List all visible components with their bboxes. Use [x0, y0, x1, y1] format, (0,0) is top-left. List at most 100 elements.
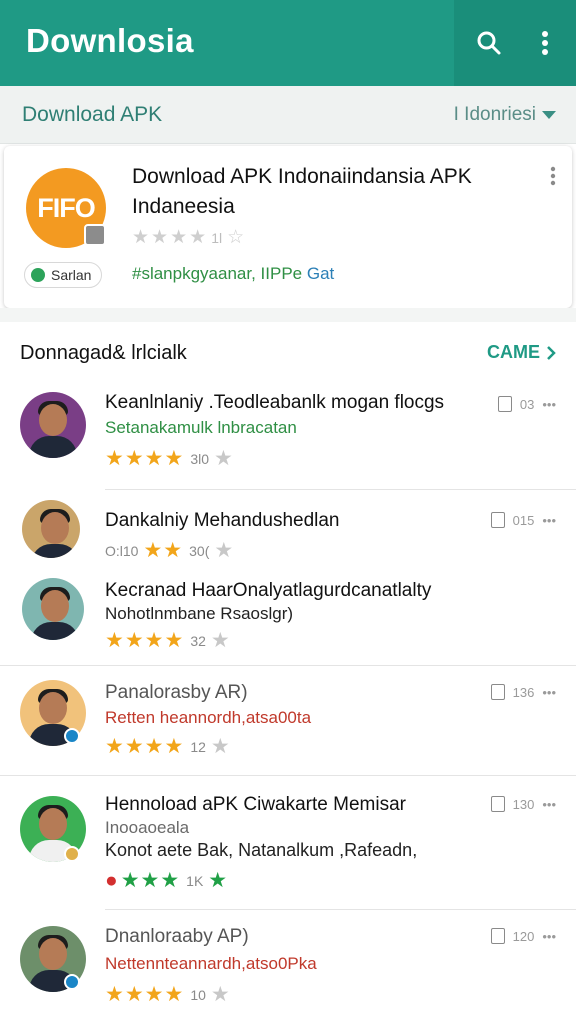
- star-icon: ★: [164, 735, 184, 758]
- star-icon: ★: [105, 629, 124, 652]
- avatar: [22, 578, 84, 640]
- share-icon: [490, 512, 505, 528]
- sub-header-title: Download APK: [22, 103, 163, 126]
- star-empty-icon: ★: [210, 983, 230, 1006]
- list-item-subtitle: Setanakamulk lnbracatan: [105, 418, 297, 437]
- share-icon: [497, 396, 512, 412]
- lightning-badge-icon: [64, 846, 80, 862]
- star-icon: ★: [105, 983, 124, 1006]
- list-item[interactable]: Keanlnlaniy .Teodleabanlk mogan flocgs S…: [0, 378, 576, 490]
- featured-app-title: Download APK Indonaiindansia APK Indanee…: [132, 165, 472, 218]
- list-item-title: Hennoload aPK Ciwakarte Memisar: [105, 794, 406, 815]
- rating-count: 12: [190, 738, 206, 755]
- list-item-subtitle: O:l10: [105, 542, 139, 559]
- tag-secondary: Gat: [302, 264, 335, 283]
- verified-badge-icon: [64, 728, 80, 744]
- logo-badge-icon: [84, 224, 106, 246]
- app-bar: Downlosia: [0, 0, 576, 86]
- list-item-meta-text: 136: [512, 684, 535, 700]
- more-horiz-icon: •••: [542, 928, 556, 944]
- rating-count: 32: [190, 632, 206, 649]
- list-item[interactable]: Hennoload aPK Ciwakarte Memisar Inooaoea…: [0, 776, 576, 910]
- section-more-link[interactable]: CAME: [487, 342, 556, 363]
- star-icon: ★: [164, 629, 184, 652]
- verified-badge-icon: [64, 974, 80, 990]
- list-item-meta[interactable]: 136 •••: [490, 684, 556, 700]
- chip-dot-icon: [31, 268, 45, 282]
- chevron-right-icon: [547, 345, 556, 360]
- list-item-description: Konot aete Bak, Natanalkum ,Rafeadn,: [105, 840, 418, 860]
- list-item-subtitle: Inooaoeala: [105, 818, 190, 837]
- star-icon: ☆: [227, 227, 245, 248]
- list-item-meta-text: 015: [512, 512, 535, 528]
- list-item-rating: ● ★ ★ ★ 1K ★: [105, 868, 227, 893]
- section-link-label: CAME: [487, 342, 540, 362]
- list-item-rating: ★ ★ ★ ★ 12 ★: [105, 734, 230, 759]
- star-icon: ★: [208, 869, 228, 892]
- card-menu-icon[interactable]: [550, 166, 556, 191]
- share-icon: [490, 796, 505, 812]
- list-item[interactable]: Kecranad HaarOnalyatlagurdcanatlalty Noh…: [0, 574, 576, 666]
- avatar: [22, 500, 80, 558]
- list-item-rating: ★ ★ ★ ★ 32 ★: [105, 628, 230, 653]
- star-icon: ★: [132, 227, 150, 248]
- language-dropdown[interactable]: I Idonriesi: [454, 104, 556, 126]
- language-label: I Idonriesi: [453, 104, 536, 125]
- tag-primary: #slanpkgyaanar, IIPPe: [132, 264, 303, 283]
- star-icon: ★: [189, 227, 207, 248]
- list-item-rating: ★ ★ ★ ★ 10 ★: [105, 982, 230, 1007]
- list-item-meta[interactable]: 015 •••: [490, 512, 556, 528]
- share-icon: [490, 928, 505, 944]
- star-icon: ★: [144, 735, 164, 758]
- star-icon: ★: [140, 869, 160, 892]
- star-icon: ★: [143, 539, 163, 562]
- star-empty-icon: ★: [210, 629, 230, 652]
- featured-rating: ★ ★ ★ ★ 1l ☆: [132, 226, 244, 249]
- star-icon: ★: [163, 539, 183, 562]
- star-icon: ★: [144, 983, 164, 1006]
- list-item-title: Keanlnlaniy .Teodleabanlk mogan flocgs: [105, 392, 445, 413]
- more-horiz-icon: •••: [542, 796, 556, 812]
- featured-tags[interactable]: #slanpkgyaanar, IIPPe Gat: [132, 264, 334, 284]
- caret-down-icon: [542, 111, 556, 119]
- rating-count: 30(: [189, 542, 210, 559]
- list-item-subtitle: Nohotlnmbane Rsaoslgr): [105, 604, 294, 623]
- more-vert-icon[interactable]: [528, 26, 562, 60]
- section-gap: [0, 308, 576, 322]
- star-icon: ★: [144, 447, 164, 470]
- list-item-meta[interactable]: 03 •••: [497, 396, 556, 412]
- heart-icon: ●: [105, 868, 118, 892]
- star-icon: ★: [124, 629, 144, 652]
- featured-app-card[interactable]: FIFO Download APK Indonaiindansia APK In…: [4, 146, 572, 308]
- star-icon: ★: [124, 735, 144, 758]
- avatar: [20, 392, 86, 458]
- featured-rating-text: 1l: [211, 229, 223, 246]
- list-item-meta-text: 120: [512, 928, 535, 944]
- rating-count: 3l0: [190, 450, 209, 467]
- list-item-meta[interactable]: 130 •••: [490, 796, 556, 812]
- list-item[interactable]: Dnanloraaby AP) Nettennteannardh,atso0Pk…: [0, 910, 576, 1024]
- sub-header: Download APK I Idonriesi: [0, 86, 576, 144]
- list-item[interactable]: Panalorasby AR) Retten heannordh,atsa00t…: [0, 666, 576, 776]
- list-item-title: Kecranad HaarOnalyatlagurdcanatlalty: [105, 580, 432, 601]
- star-empty-icon: ★: [214, 447, 233, 470]
- list-item-title: Dankalniy Mehandushedlan: [105, 510, 340, 531]
- list-item-rating: ★ ★ ★ ★ 3l0 ★: [105, 446, 233, 471]
- list-item-meta-text: 03: [519, 396, 535, 412]
- star-icon: ★: [120, 869, 140, 892]
- list-item-rating: O:l10 ★ ★ 30(★: [105, 538, 233, 563]
- list-item[interactable]: Dankalniy Mehandushedlan O:l10 ★ ★ 30(★ 0…: [0, 490, 576, 578]
- category-chip[interactable]: Sarlan: [24, 262, 103, 288]
- star-icon: ★: [144, 629, 164, 652]
- star-empty-icon: ★: [210, 735, 230, 758]
- more-horiz-icon: •••: [542, 512, 556, 528]
- search-icon[interactable]: [472, 26, 506, 60]
- app-logo-text: FIFO: [37, 192, 95, 223]
- star-icon: ★: [105, 447, 124, 470]
- star-icon: ★: [124, 447, 144, 470]
- star-icon: ★: [105, 735, 124, 758]
- list-item-meta-text: 130: [512, 796, 535, 812]
- app-title: Downlosia: [26, 22, 194, 59]
- list-item-meta[interactable]: 120 •••: [490, 928, 556, 944]
- share-icon: [490, 684, 505, 700]
